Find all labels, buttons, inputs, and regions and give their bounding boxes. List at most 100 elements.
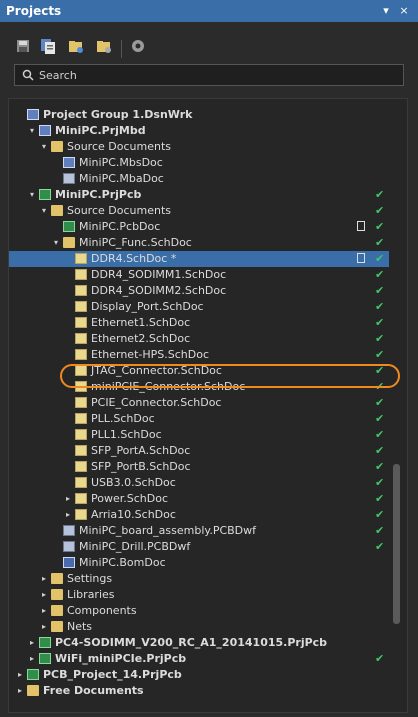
collapse-arrow-icon[interactable]: ▾ [27, 123, 37, 139]
tree-row[interactable]: ▸ Free Documents [9, 683, 389, 699]
check-icon: ✔ [375, 252, 385, 265]
check-icon: ✔ [375, 348, 385, 361]
pcb-file-icon [39, 189, 51, 200]
tree-row-label: Project Group 1.DsnWrk [43, 108, 193, 121]
tree-row[interactable]: ▸ Settings [9, 571, 389, 587]
tree-row-label: Free Documents [43, 684, 144, 697]
tree-row-label: USB3.0.SchDoc [91, 476, 176, 489]
expand-arrow-icon[interactable]: ▸ [27, 651, 37, 667]
tree-row[interactable]: ▸ PCB_Project_14.PrjPcb [9, 667, 389, 683]
save-all-icon[interactable] [40, 38, 56, 54]
tree-row[interactable]: ▸ WiFi_miniPCIe.PrjPcb ✔ [9, 651, 389, 667]
tree-row[interactable]: Ethernet1.SchDoc ✔ [9, 315, 389, 331]
schematic-file-icon [75, 445, 87, 456]
tree-row-label: Libraries [67, 588, 115, 601]
tree-row[interactable]: SFP_PortB.SchDoc ✔ [9, 459, 389, 475]
expand-arrow-icon[interactable]: ▸ [39, 587, 49, 603]
pcb-file-icon [63, 221, 75, 232]
drawing-file-icon [63, 541, 75, 552]
tree-row[interactable]: MiniPC.BomDoc [9, 555, 389, 571]
tree-row-label: Arria10.SchDoc [91, 508, 176, 521]
folder-icon [51, 573, 63, 584]
tree-row-label: MiniPC_Func.SchDoc [79, 236, 192, 249]
expand-arrow-icon[interactable]: ▸ [15, 683, 25, 699]
tree-row[interactable]: ▸ Power.SchDoc ✔ [9, 491, 389, 507]
tree-row-label: PLL1.SchDoc [91, 428, 162, 441]
tree-row-label: SFP_PortA.SchDoc [91, 444, 191, 457]
tree-row[interactable]: PLL.SchDoc ✔ [9, 411, 389, 427]
check-icon: ✔ [375, 652, 385, 665]
panel-menu-button[interactable]: ▾ [378, 3, 394, 19]
tree-row-label: Source Documents [67, 204, 171, 217]
tree-row-label: Nets [67, 620, 93, 633]
expand-arrow-icon[interactable]: ▸ [63, 491, 73, 507]
tree-row-label: PCB_Project_14.PrjPcb [43, 668, 182, 681]
tree-row[interactable]: MiniPC_Drill.PCBDwf ✔ [9, 539, 389, 555]
tree-row[interactable]: ▸ PC4-SODIMM_V200_RC_A1_20141015.PrjPcb [9, 635, 389, 651]
toolbar-divider [121, 40, 122, 58]
check-icon: ✔ [375, 492, 385, 505]
tree-row-label: Settings [67, 572, 113, 585]
collapse-arrow-icon[interactable]: ▾ [51, 235, 61, 251]
tree-row[interactable]: Ethernet2.SchDoc ✔ [9, 331, 389, 347]
bom-file-icon [63, 557, 75, 568]
tree-row[interactable]: MiniPC.MbaDoc [9, 171, 389, 187]
tree-row[interactable]: PLL1.SchDoc ✔ [9, 427, 389, 443]
panel-title: Projects [6, 4, 62, 18]
folder-settings-icon[interactable] [96, 38, 112, 54]
expand-arrow-icon[interactable]: ▸ [63, 507, 73, 523]
tree-row[interactable]: DDR4.SchDoc * ✔ [9, 251, 389, 267]
gear-icon[interactable] [130, 38, 146, 54]
panel-titlebar: Projects ▾ × [0, 0, 418, 22]
save-icon[interactable] [15, 38, 31, 54]
tree-row-label: MiniPC_Drill.PCBDwf [79, 540, 191, 553]
tree-row[interactable]: ▾ Source Documents [9, 139, 389, 155]
schematic-file-icon [75, 317, 87, 328]
tree-row[interactable]: DDR4_SODIMM1.SchDoc ✔ [9, 267, 389, 283]
expand-arrow-icon[interactable]: ▸ [39, 603, 49, 619]
tree-row[interactable]: ▸ Libraries [9, 587, 389, 603]
collapse-arrow-icon[interactable]: ▾ [39, 139, 49, 155]
tree-row[interactable]: ▾ MiniPC.PrjMbd [9, 123, 389, 139]
scrollbar-thumb[interactable] [393, 464, 400, 624]
tree-row[interactable]: USB3.0.SchDoc ✔ [9, 475, 389, 491]
tree-row[interactable]: Display_Port.SchDoc ✔ [9, 299, 389, 315]
tree-row[interactable]: ▾ MiniPC_Func.SchDoc ✔ [9, 235, 389, 251]
tree-row[interactable]: ▾ MiniPC.PrjPcb ✔ [9, 187, 389, 203]
collapse-arrow-icon[interactable]: ▾ [27, 187, 37, 203]
tree-row[interactable]: MiniPC_board_assembly.PCBDwf ✔ [9, 523, 389, 539]
tree-row[interactable]: SFP_PortA.SchDoc ✔ [9, 443, 389, 459]
schematic-file-icon [75, 333, 87, 344]
open-folder-icon[interactable] [68, 38, 84, 54]
tree-row-label: PLL.SchDoc [91, 412, 155, 425]
tree-row-label: Components [67, 604, 137, 617]
close-button[interactable]: × [396, 3, 412, 19]
expand-arrow-icon[interactable]: ▸ [39, 571, 49, 587]
tree-row[interactable]: ▸ Arria10.SchDoc ✔ [9, 507, 389, 523]
schematic-file-icon [75, 285, 87, 296]
expand-arrow-icon[interactable]: ▸ [27, 635, 37, 651]
tree-row[interactable]: MiniPC.PcbDoc ✔ [9, 219, 389, 235]
search-input[interactable]: Search [14, 64, 404, 86]
open-document-icon [357, 253, 365, 263]
collapse-arrow-icon[interactable]: ▾ [39, 203, 49, 219]
check-icon: ✔ [375, 460, 385, 473]
expand-arrow-icon[interactable]: ▸ [15, 667, 25, 683]
schematic-file-icon [75, 429, 87, 440]
tree-row-label: Power.SchDoc [91, 492, 168, 505]
tree-row[interactable]: DDR4_SODIMM2.SchDoc ✔ [9, 283, 389, 299]
schematic-file-icon [75, 269, 87, 280]
tree-row[interactable]: Project Group 1.DsnWrk [9, 107, 389, 123]
tree-row[interactable]: PCIE_Connector.SchDoc ✔ [9, 395, 389, 411]
tree-row[interactable]: MiniPC.MbsDoc [9, 155, 389, 171]
folder-icon [51, 605, 63, 616]
tree-row[interactable]: Ethernet-HPS.SchDoc ✔ [9, 347, 389, 363]
tree-row-label: DDR4_SODIMM2.SchDoc [91, 284, 227, 297]
project-tree[interactable]: Project Group 1.DsnWrk ▾ MiniPC.PrjMbd ▾ Sou… [8, 98, 408, 713]
tree-row[interactable]: ▸ Components [9, 603, 389, 619]
tree-row[interactable]: ▾ Source Documents ✔ [9, 203, 389, 219]
check-icon: ✔ [375, 524, 385, 537]
check-icon: ✔ [375, 396, 385, 409]
expand-arrow-icon[interactable]: ▸ [39, 619, 49, 635]
tree-row[interactable]: ▸ Nets [9, 619, 389, 635]
